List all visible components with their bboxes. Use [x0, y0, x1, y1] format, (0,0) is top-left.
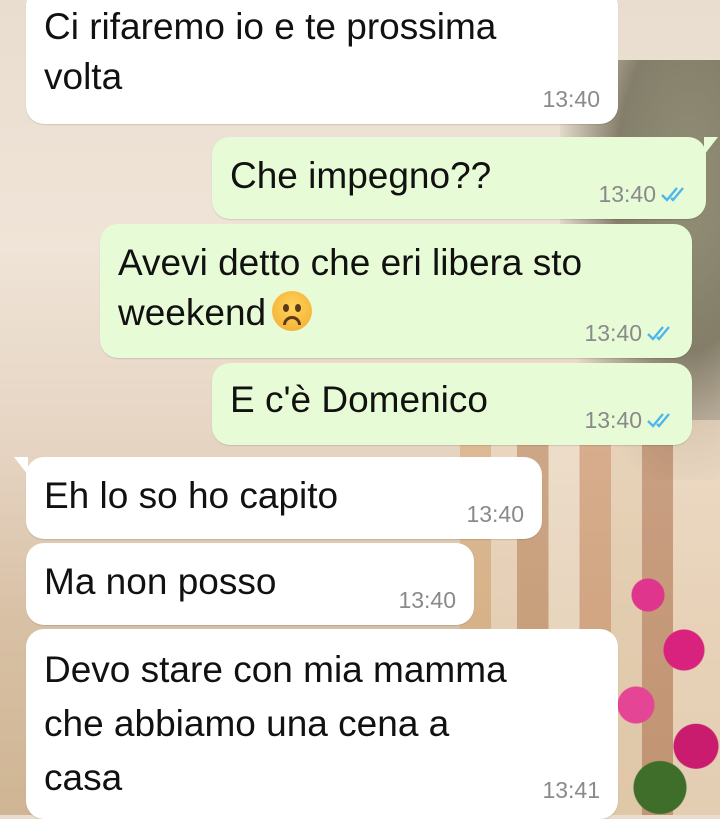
message-text: Ma non posso: [44, 561, 277, 602]
bubble-tail: [704, 137, 718, 155]
message-text: E c'è Domenico: [230, 379, 488, 420]
message-text: Che impegno??: [230, 155, 492, 196]
message-text: Ci rifaremo io e te prossima volta: [44, 6, 497, 97]
message-time: 13:40: [584, 320, 642, 346]
message-bubble-outgoing[interactable]: Avevi detto che eri libera sto weekend 1…: [100, 224, 692, 358]
message-meta: 13:40: [398, 587, 456, 613]
bubble-tail: [14, 457, 28, 475]
message-meta: 13:40: [598, 181, 690, 207]
message-time: 13:41: [542, 777, 600, 803]
message-meta: 13:41: [542, 777, 600, 803]
message-bubble-incoming[interactable]: Ci rifaremo io e te prossima volta 13:40: [26, 0, 618, 124]
message-meta: 13:40: [584, 407, 676, 433]
double-check-icon: [647, 326, 670, 341]
message-text: Devo stare con mia mamma che abbiamo una…: [44, 649, 507, 798]
message-time: 13:40: [542, 86, 600, 112]
message-bubble-incoming[interactable]: Eh lo so ho capito 13:40: [14, 457, 542, 539]
message-bubble-outgoing[interactable]: Che impegno?? 13:40: [212, 137, 718, 219]
message-bubble-outgoing[interactable]: E c'è Domenico 13:40: [212, 363, 692, 445]
message-meta: 13:40: [584, 320, 676, 346]
message-meta: 13:40: [466, 501, 524, 527]
message-text: Eh lo so ho capito: [44, 475, 339, 516]
wallpaper-flowers: [600, 540, 720, 815]
double-check-icon: [647, 413, 670, 428]
message-time: 13:40: [598, 181, 656, 207]
frowning-face-emoji: [272, 291, 313, 332]
double-check-icon: [661, 187, 684, 202]
message-text-content: Avevi detto che eri libera sto weekend: [118, 242, 583, 333]
message-time: 13:40: [398, 587, 456, 613]
message-meta: 13:40: [542, 86, 600, 112]
message-text: Avevi detto che eri libera sto weekend: [118, 238, 582, 338]
message-bubble-incoming[interactable]: Ma non posso 13:40: [26, 543, 474, 625]
message-time: 13:40: [466, 501, 524, 527]
message-time: 13:40: [584, 407, 642, 433]
message-bubble-incoming[interactable]: Devo stare con mia mamma che abbiamo una…: [26, 629, 618, 819]
